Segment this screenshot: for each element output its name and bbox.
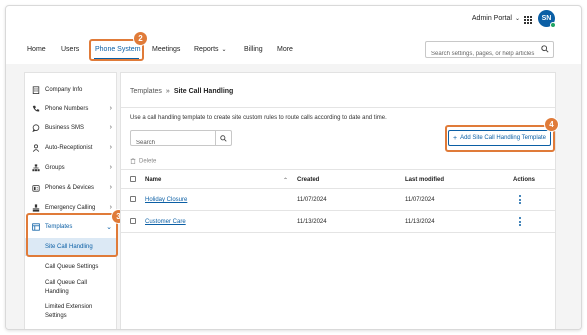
trash-icon — [130, 158, 136, 164]
sidebar-subitem-call-queue-settings[interactable]: Call Queue Settings — [25, 259, 118, 275]
admin-portal-label: Admin Portal — [471, 15, 512, 22]
chevron-right-icon: › — [109, 124, 112, 131]
chevron-right-icon: › — [109, 184, 112, 191]
admin-portal-menu[interactable]: Admin Portal ⌄ — [472, 15, 520, 22]
nav-reports[interactable]: Reports ⌄ — [194, 46, 227, 53]
groups-icon — [32, 164, 40, 172]
phone-icon — [32, 105, 40, 112]
sidebar-item-company-info[interactable]: Company Info — [25, 81, 118, 100]
chevron-right-icon: › — [109, 105, 112, 112]
search-icon[interactable] — [541, 45, 549, 53]
search-icon — [220, 134, 227, 142]
nav-billing[interactable]: Billing — [244, 46, 263, 53]
select-all-checkbox[interactable] — [130, 176, 136, 182]
sidebar-subitem-label: Limited Extension Settings — [45, 304, 93, 319]
emergency-icon — [32, 204, 40, 212]
chevron-right-icon: › — [109, 164, 112, 171]
table-header: Name ⌃ Created Last modified Actions — [121, 169, 555, 189]
breadcrumb: Templates» Site Call Handling — [130, 88, 233, 95]
chevron-right-icon: › — [109, 144, 112, 151]
sidebar-item-label: Auto-Receptionist — [45, 145, 93, 151]
sidebar-item-label: Business SMS — [45, 125, 85, 131]
callout-highlight-add-template — [445, 125, 555, 152]
table-row: Holiday Closure 11/07/2024 11/07/2024 — [121, 189, 555, 211]
delete-label: Delete — [139, 158, 157, 165]
sidebar-item-auto-receptionist[interactable]: Auto-Receptionist › — [25, 139, 118, 158]
created-date: 11/13/2024 — [297, 219, 327, 225]
sidebar: Company Info Phone Numbers › Business SM… — [24, 72, 118, 329]
global-search-input[interactable] — [426, 46, 536, 62]
person-icon — [32, 144, 40, 152]
sidebar-item-label: Phones & Devices — [45, 185, 95, 191]
divider — [121, 107, 555, 108]
main-panel: Templates» Site Call Handling Use a call … — [120, 72, 559, 329]
callout-highlight-templates — [26, 213, 118, 257]
global-search[interactable] — [425, 41, 554, 62]
nav-meetings[interactable]: Meetings — [152, 46, 180, 53]
nav-more[interactable]: More — [277, 46, 293, 53]
column-header-created: Created — [297, 177, 320, 183]
column-header-actions: Actions — [513, 177, 536, 183]
online-status-icon — [550, 22, 556, 28]
template-search-input[interactable] — [131, 136, 215, 150]
template-name-link[interactable]: Customer Care — [145, 219, 186, 225]
modified-date: 11/13/2024 — [405, 219, 435, 225]
row-checkbox[interactable] — [130, 196, 136, 202]
chevron-right-icon: › — [109, 204, 112, 211]
apps-grid-icon[interactable] — [524, 16, 532, 24]
created-date: 11/07/2024 — [297, 197, 327, 203]
sidebar-item-label: Emergency Calling — [45, 205, 96, 211]
sidebar-subitem-limited-extension-settings[interactable]: Limited Extension Settings — [25, 301, 118, 323]
building-icon — [32, 86, 40, 94]
sidebar-item-label: Phone Numbers — [45, 106, 89, 112]
chevron-down-icon: ⌄ — [221, 47, 227, 53]
nav-users[interactable]: Users — [61, 46, 79, 53]
table-row: Customer Care 11/13/2024 11/13/2024 — [121, 211, 555, 233]
sidebar-item-phones-devices[interactable]: Phones & Devices › — [25, 179, 118, 198]
delete-button[interactable]: Delete — [130, 158, 156, 165]
sidebar-item-phone-numbers[interactable]: Phone Numbers › — [25, 100, 118, 119]
sidebar-subitem-label: Call Queue Settings — [45, 264, 99, 270]
chat-icon — [32, 124, 40, 132]
app-window: Admin Portal ⌄ SN Home Users Phone System… — [5, 5, 582, 330]
breadcrumb-separator: » — [165, 88, 170, 95]
page-description: Use a call handling template to create s… — [130, 115, 387, 121]
sidebar-item-label: Company Info — [45, 87, 83, 93]
more-actions-icon[interactable] — [519, 195, 521, 204]
sidebar-item-business-sms[interactable]: Business SMS › — [25, 119, 118, 138]
sidebar-item-label: Groups — [45, 165, 65, 171]
breadcrumb-templates-link[interactable]: Templates — [130, 88, 162, 95]
template-search-button[interactable] — [215, 131, 231, 145]
main-nav: Home Users Phone System Meetings Reports… — [6, 31, 581, 64]
sidebar-subitem-call-queue-call-handling[interactable]: Call Queue Call Handling — [25, 277, 118, 299]
callout-badge-4: 4 — [544, 117, 559, 132]
more-actions-icon[interactable] — [519, 217, 521, 226]
callout-badge-2: 2 — [133, 31, 148, 46]
template-name-link[interactable]: Holiday Closure — [145, 197, 187, 203]
template-search[interactable] — [130, 130, 232, 150]
column-header-name[interactable]: Name — [145, 177, 161, 183]
sidebar-subitem-label: Call Queue Call Handling — [45, 280, 88, 295]
top-bar: Admin Portal ⌄ SN — [6, 6, 581, 36]
sidebar-item-groups[interactable]: Groups › — [25, 159, 118, 178]
chevron-down-icon: ⌄ — [514, 16, 520, 22]
page-title: Site Call Handling — [173, 88, 234, 95]
column-header-last-modified: Last modified — [405, 177, 445, 183]
row-checkbox[interactable] — [130, 218, 136, 224]
desk-phone-icon — [32, 185, 40, 192]
nav-reports-label: Reports — [194, 46, 219, 53]
nav-home[interactable]: Home — [27, 46, 46, 53]
sort-icon[interactable]: ⌃ — [283, 177, 288, 184]
modified-date: 11/07/2024 — [405, 197, 435, 203]
